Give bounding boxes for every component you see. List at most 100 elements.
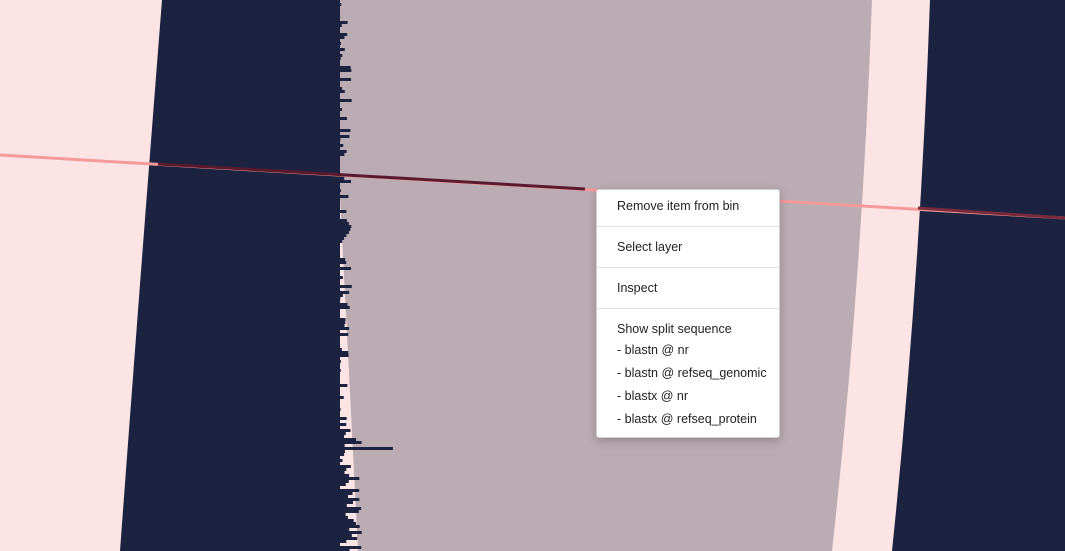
- edge-bar: [330, 27, 339, 30]
- blastx-nr-option[interactable]: - blastx @ nr: [597, 385, 779, 408]
- edge-bar: [330, 351, 349, 354]
- edge-bar: [330, 426, 338, 429]
- edge-bar: [330, 489, 360, 492]
- edge-bar: [330, 117, 348, 120]
- edge-bar: [330, 471, 345, 474]
- edge-bar: [330, 333, 349, 336]
- select-layer-option[interactable]: Select layer: [597, 237, 779, 257]
- edge-bar: [330, 219, 347, 222]
- edge-bar: [330, 408, 341, 411]
- edge-bar: [330, 126, 336, 129]
- edge-bar: [330, 513, 346, 516]
- edge-bar: [330, 144, 344, 147]
- edge-bar: [330, 324, 345, 327]
- edge-bar: [330, 390, 336, 393]
- edge-bar: [330, 285, 352, 288]
- edge-bar: [330, 39, 336, 42]
- edge-bar: [330, 270, 336, 273]
- edge-bar: [330, 51, 336, 54]
- edge-bar: [330, 138, 341, 141]
- edge-bar: [330, 105, 336, 108]
- remove-item-from-bin-option[interactable]: Remove item from bin: [597, 196, 779, 216]
- edge-bar: [330, 375, 338, 378]
- edge-bar: [330, 102, 340, 105]
- edge-bar: [330, 201, 340, 204]
- edge-bar: [330, 267, 352, 270]
- edge-bar: [330, 450, 345, 453]
- edge-bar: [330, 309, 336, 312]
- edge-bar: [330, 111, 338, 114]
- context-menu: Remove item from bin Select layer Inspec…: [596, 189, 780, 438]
- edge-bar: [330, 261, 347, 264]
- edge-bar: [330, 294, 343, 297]
- edge-bar: [330, 369, 341, 372]
- edge-bar: [330, 234, 347, 237]
- edge-bar: [330, 165, 336, 168]
- edge-bar: [330, 6, 336, 9]
- edge-bar: [330, 315, 336, 318]
- edge-bar: [330, 246, 338, 249]
- edge-bar: [330, 279, 340, 282]
- edge-bar: [330, 378, 336, 381]
- edge-bar: [330, 318, 346, 321]
- edge-bar: [330, 357, 336, 360]
- edge-bar: [330, 411, 340, 414]
- edge-bar: [330, 420, 340, 423]
- edge-bar: [330, 198, 340, 201]
- layer-band-left[interactable]: [120, 0, 340, 551]
- edge-bar: [330, 186, 340, 189]
- edge-bar: [330, 546, 362, 549]
- edge-bar: [330, 504, 347, 507]
- edge-bar: [330, 45, 336, 48]
- edge-bar: [330, 372, 336, 375]
- edge-bar: [330, 297, 341, 300]
- edge-bar: [330, 339, 336, 342]
- tree-visualization[interactable]: [0, 0, 1065, 551]
- show-split-sequence-option[interactable]: Show split sequence: [597, 319, 779, 339]
- edge-bar: [330, 402, 339, 405]
- blastn-nr-option[interactable]: - blastn @ nr: [597, 339, 779, 362]
- blastx-refseq-protein-option[interactable]: - blastx @ refseq_protein: [597, 408, 779, 431]
- edge-bar: [330, 162, 340, 165]
- layer-band-right[interactable]: [892, 0, 1065, 551]
- edge-bar: [330, 24, 342, 27]
- menu-section-split-sequence: Show split sequence - blastn @ nr - blas…: [597, 309, 779, 437]
- inspect-option[interactable]: Inspect: [597, 278, 779, 298]
- edge-bar: [330, 210, 347, 213]
- edge-bar: [330, 384, 348, 387]
- edge-bar: [330, 387, 336, 390]
- edge-bar: [330, 342, 336, 345]
- edge-bar: [330, 399, 336, 402]
- edge-bar: [330, 231, 349, 234]
- edge-bar: [330, 237, 345, 240]
- edge-bar: [330, 519, 354, 522]
- edge-bar: [330, 291, 350, 294]
- edge-bar: [330, 243, 336, 246]
- layer-canvas[interactable]: [0, 0, 1065, 551]
- edge-bar: [330, 444, 345, 447]
- menu-section-layer: Select layer: [597, 227, 779, 267]
- edge-bar: [330, 477, 360, 480]
- edge-bar: [330, 213, 336, 216]
- edge-bar: [330, 222, 349, 225]
- edge-bar: [330, 360, 341, 363]
- edge-bar: [330, 483, 346, 486]
- edge-bar: [330, 465, 351, 468]
- edge-bar: [330, 417, 347, 420]
- edge-bar: [330, 192, 340, 195]
- edge-bar: [330, 120, 338, 123]
- edge-bar: [330, 495, 348, 498]
- edge-bar: [330, 153, 345, 156]
- edge-bar: [330, 366, 337, 369]
- edge-bar: [330, 492, 353, 495]
- edge-bar: [330, 21, 348, 24]
- edge-bar: [330, 189, 341, 192]
- edge-bar: [330, 438, 357, 441]
- edge-bar: [330, 180, 352, 183]
- edge-bar: [330, 486, 338, 489]
- edge-bar: [330, 66, 351, 69]
- edge-bar: [330, 195, 349, 198]
- blastn-refseq-genomic-option[interactable]: - blastn @ refseq_genomic: [597, 362, 779, 385]
- edge-bar: [330, 57, 341, 60]
- edge-bar: [330, 432, 346, 435]
